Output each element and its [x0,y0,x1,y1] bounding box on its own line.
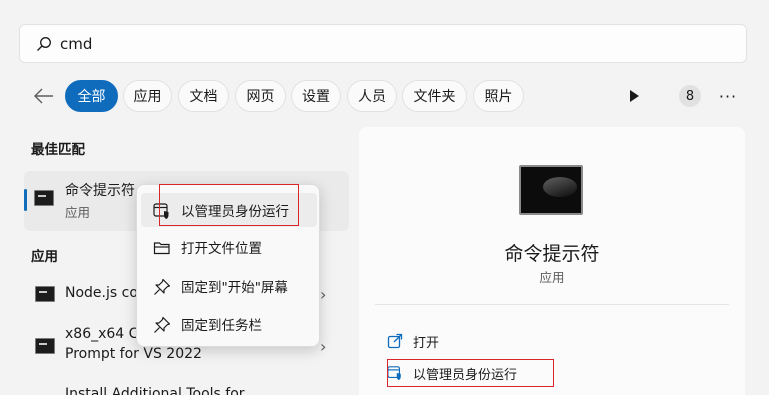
apps-heading: 应用 [31,249,58,265]
best-match-heading: 最佳匹配 [31,142,85,158]
preview-title: 命令提示符 [504,243,600,265]
menu-item-pin-to-start[interactable]: 固定到"开始"屏幕 [141,269,317,303]
command-prompt-large-icon [519,165,583,215]
tab-apps[interactable]: 应用 [123,80,172,112]
menu-item-open-file-location[interactable]: 打开文件位置 [141,230,317,264]
preview-pane: 命令提示符 应用 打开 以管理员身份运行 [359,127,745,395]
back-arrow-icon[interactable] [30,85,56,107]
selection-indicator [24,189,27,211]
app-item-title: Install Additional Tools for [65,386,245,395]
tab-web[interactable]: 网页 [235,80,286,112]
chevron-right-icon[interactable]: › [320,337,326,356]
menu-item-label: 打开文件位置 [181,241,262,257]
action-run-as-admin-label: 以管理员身份运行 [413,367,518,383]
search-input[interactable]: cmd [60,35,92,53]
chevron-right-icon[interactable]: › [320,285,326,304]
more-options-button[interactable]: ··· [717,85,739,107]
menu-item-label: 以管理员身份运行 [181,204,289,220]
best-match-title: 命令提示符 [65,183,135,199]
app-item-title: Node.js co [65,285,138,301]
tab-all[interactable]: 全部 [65,80,118,112]
nodejs-command-prompt-icon [35,286,55,302]
vs-command-prompt-icon [35,338,55,354]
app-item-title: x86_x64 Cr [65,326,145,342]
search-icon [37,36,51,51]
menu-item-label: 固定到任务栏 [181,318,262,334]
pin-icon [154,278,171,295]
folder-icon [153,242,170,255]
action-open-label: 打开 [413,335,440,351]
divider [375,304,729,305]
tab-folders[interactable]: 文件夹 [402,80,467,112]
tab-settings[interactable]: 设置 [291,80,341,112]
best-match-subtitle: 应用 [65,205,91,220]
filter-bar: 全部 应用 文档 网页 设置 人员 文件夹 照片 8 ··· [0,79,769,113]
open-icon [387,333,403,349]
search-box[interactable]: cmd [19,24,747,63]
result-count-badge[interactable]: 8 [679,85,701,107]
app-item-title-line2: Prompt for VS 2022 [65,346,202,362]
pin-icon [154,316,171,333]
preview-subtitle: 应用 [539,270,565,285]
tab-documents[interactable]: 文档 [178,80,229,112]
shield-icon [387,366,401,381]
context-menu: 以管理员身份运行 打开文件位置 固定到"开始"屏幕 固定到任务栏 [136,184,320,347]
tab-people[interactable]: 人员 [347,80,397,112]
action-open[interactable]: 打开 [387,331,439,351]
shield-icon [153,203,169,219]
action-run-as-admin[interactable]: 以管理员身份运行 [387,363,517,383]
command-prompt-icon [34,190,54,206]
tab-photos[interactable]: 照片 [473,80,524,112]
menu-item-pin-to-taskbar[interactable]: 固定到任务栏 [141,307,317,341]
menu-item-run-as-admin[interactable]: 以管理员身份运行 [141,193,317,227]
play-icon[interactable] [626,88,642,104]
menu-item-label: 固定到"开始"屏幕 [181,280,288,296]
